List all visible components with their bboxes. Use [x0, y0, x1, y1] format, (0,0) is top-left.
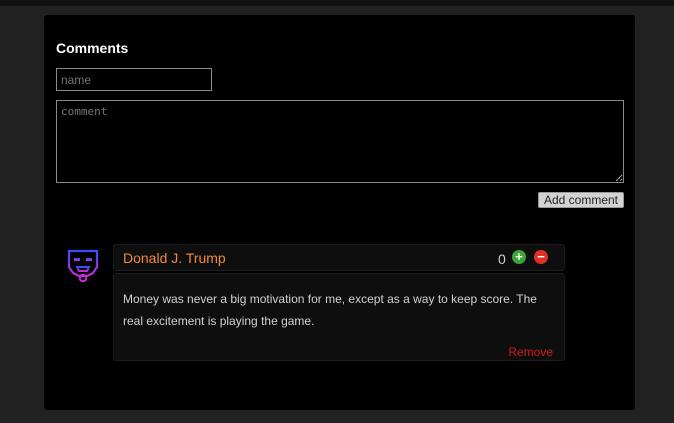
vote-count: 0: [498, 251, 506, 267]
minus-circle-icon[interactable]: −: [534, 250, 548, 264]
remove-comment-link[interactable]: Remove: [508, 345, 553, 359]
add-comment-button[interactable]: Add comment: [538, 192, 624, 208]
plus-circle-icon[interactable]: +: [512, 250, 526, 264]
comment-body: Money was never a big motivation for me,…: [113, 273, 565, 361]
name-input[interactable]: [56, 68, 212, 91]
comments-heading: Comments: [56, 40, 129, 56]
top-strip: [0, 0, 674, 6]
comment-textarea[interactable]: [56, 100, 624, 183]
pixel-mask-icon: [66, 248, 100, 284]
comment-author: Donald J. Trump: [123, 250, 226, 266]
comment-header: Donald J. Trump 0 + −: [113, 244, 565, 271]
comment-text: Money was never a big motivation for me,…: [123, 292, 537, 328]
comments-panel: Comments Add comment Donald J. Trump: [44, 15, 635, 410]
